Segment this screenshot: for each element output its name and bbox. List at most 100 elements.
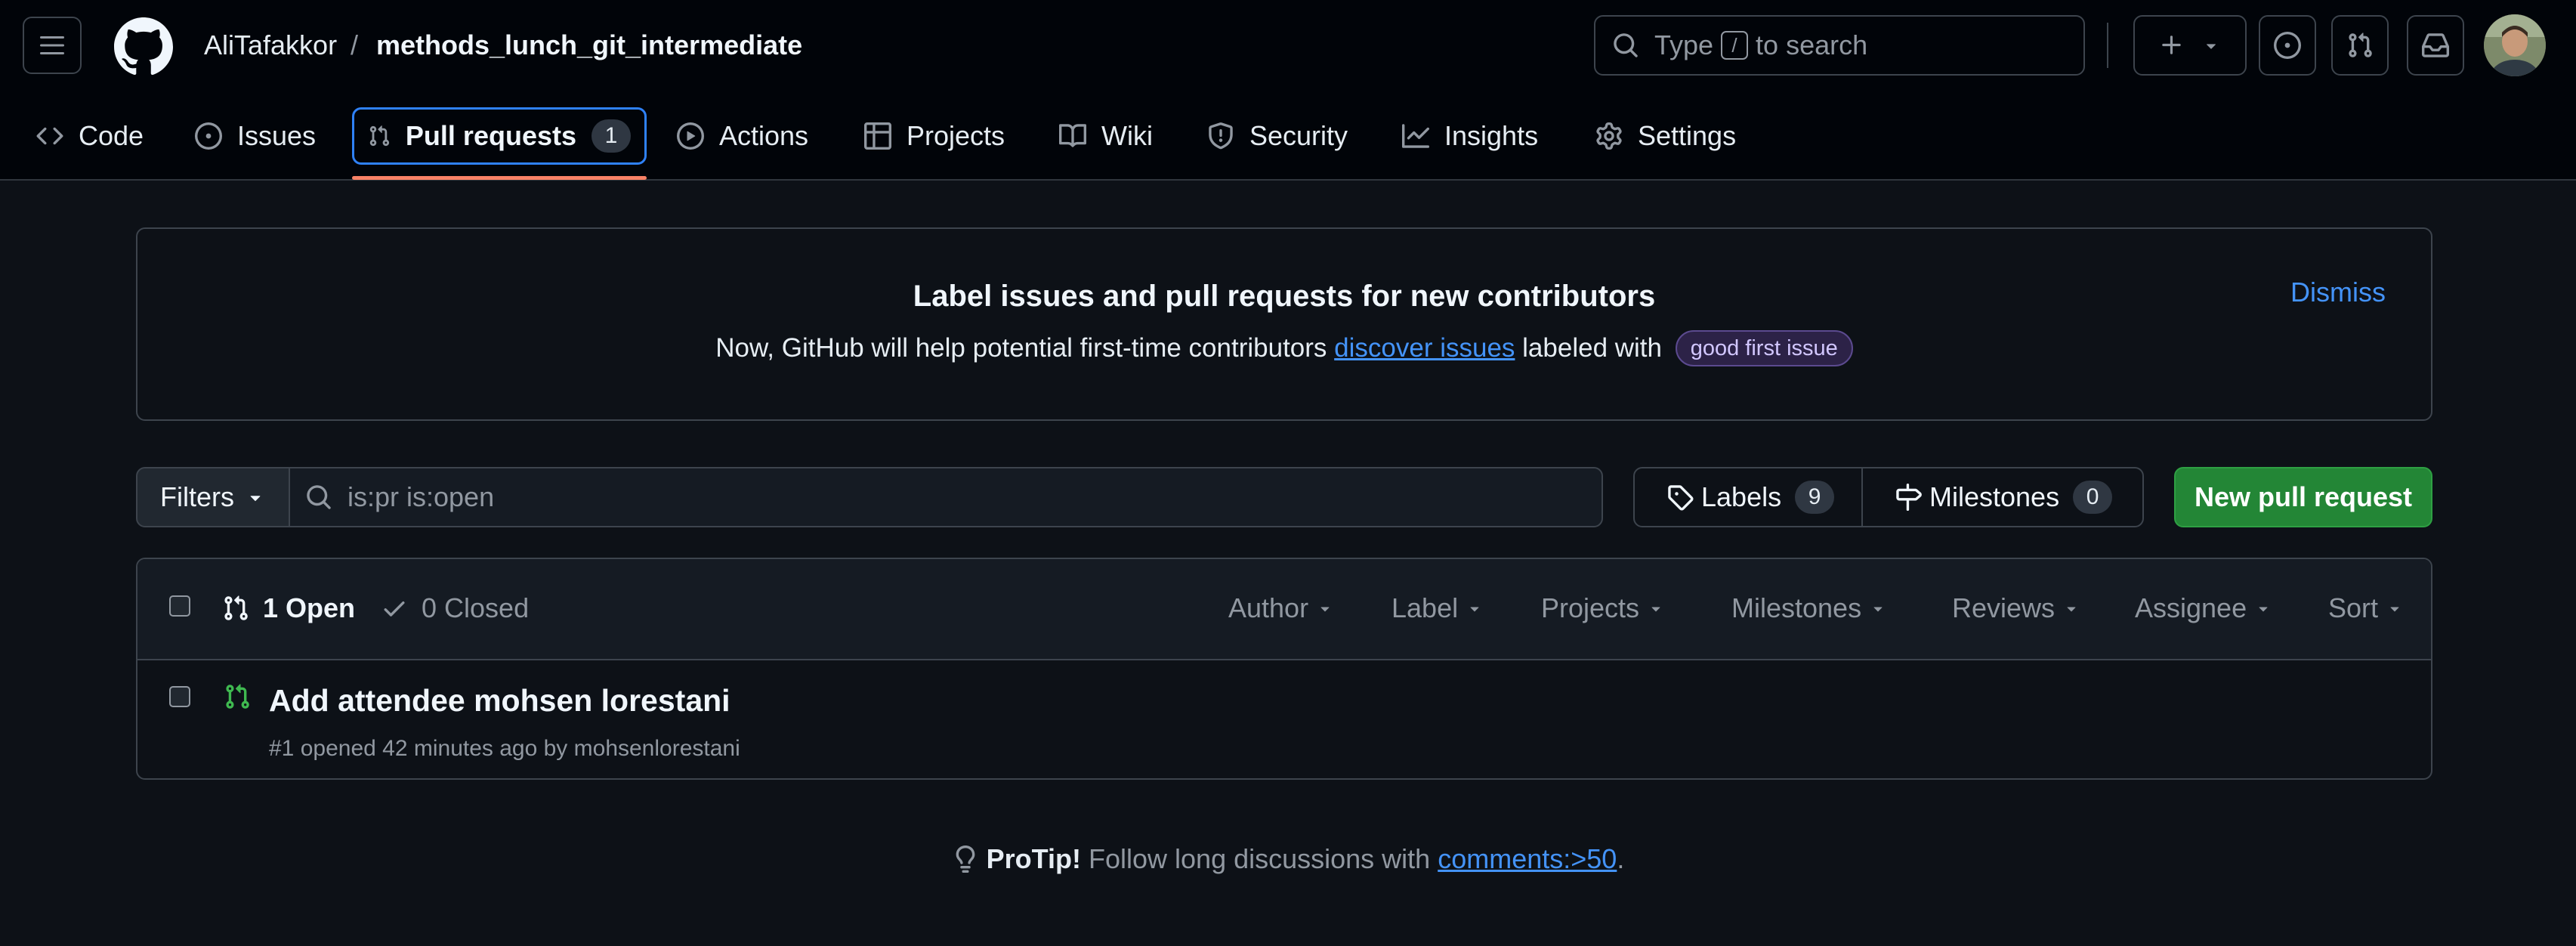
filter-query-value: is:pr is:open — [347, 481, 495, 512]
light-bulb-icon — [956, 846, 975, 873]
pull-request-title-link[interactable]: Add attendee mohsen lorestani — [269, 683, 730, 719]
book-icon — [1059, 124, 1086, 147]
menu-button[interactable] — [23, 17, 82, 74]
tab-insights-label: Insights — [1444, 120, 1539, 151]
header-divider — [2107, 23, 2108, 68]
tab-insights[interactable]: Insights — [1402, 107, 1538, 165]
github-logo-icon[interactable] — [114, 17, 173, 76]
new-contributors-banner: Label issues and pull requests for new c… — [136, 227, 2432, 421]
code-icon — [36, 127, 63, 145]
list-header: 1 Open 0 Closed Author Label Projects Mi… — [137, 559, 2431, 660]
tab-settings-label: Settings — [1638, 120, 1737, 151]
git-pull-request-icon — [369, 125, 390, 147]
banner-desc-before: Now, GitHub will help potential first-ti… — [715, 333, 1327, 363]
protip-comments-link[interactable]: comments:>50 — [1438, 843, 1617, 875]
good-first-issue-label[interactable]: good first issue — [1675, 330, 1853, 366]
triangle-down-icon — [2207, 44, 2216, 49]
git-pull-request-open-icon — [226, 684, 249, 709]
author-filter-dropdown[interactable]: Author — [1228, 589, 1334, 627]
tag-icon — [1668, 485, 1694, 511]
discover-issues-link[interactable]: discover issues — [1334, 333, 1515, 363]
inbox-button[interactable] — [2407, 15, 2464, 76]
label-filter-label: Label — [1391, 592, 1459, 623]
milestones-count-badge: 0 — [2073, 481, 2113, 514]
protip-end: . — [1617, 843, 1625, 874]
reviews-filter-dropdown[interactable]: Reviews — [1952, 589, 2080, 627]
sort-dropdown[interactable]: Sort — [2328, 589, 2404, 627]
global-search-input[interactable]: Type / to search — [1594, 15, 2085, 76]
tab-issues-label: Issues — [237, 120, 317, 151]
dismiss-button[interactable]: Dismiss — [2290, 277, 2386, 308]
open-filter-link[interactable]: 1 Open — [222, 589, 355, 627]
tab-pull-requests-label: Pull requests — [405, 120, 576, 151]
pull-requests-count-badge: 1 — [591, 119, 631, 153]
reviews-filter-label: Reviews — [1952, 592, 2056, 623]
user-avatar[interactable] — [2484, 14, 2546, 76]
milestones-label: Milestones — [1929, 481, 2060, 512]
sort-label: Sort — [2328, 592, 2379, 623]
milestones-filter-label: Milestones — [1731, 592, 1862, 623]
hamburger-icon — [40, 36, 64, 54]
milestone-icon — [1896, 484, 1922, 511]
tab-settings[interactable]: Settings — [1595, 107, 1736, 165]
milestones-filter-dropdown[interactable]: Milestones — [1731, 589, 1887, 627]
git-pull-request-icon — [224, 595, 248, 620]
filter-search-input[interactable]: is:pr is:open — [289, 467, 1603, 527]
triangle-down-icon — [1651, 607, 1660, 612]
active-tab-underline — [352, 176, 647, 180]
issue-opened-icon — [2274, 32, 2301, 59]
banner-description: Now, GitHub will help potential first-ti… — [137, 330, 2431, 366]
shield-icon — [1209, 122, 1233, 150]
tab-projects-label: Projects — [907, 120, 1005, 151]
tab-code[interactable]: Code — [36, 107, 144, 165]
labels-button[interactable]: Labels 9 — [1633, 467, 1863, 527]
assignee-filter-dropdown[interactable]: Assignee — [2135, 589, 2272, 627]
select-all-checkbox[interactable] — [169, 595, 190, 617]
breadcrumb-repo[interactable]: methods_lunch_git_intermediate — [376, 29, 802, 62]
tab-wiki-label: Wiki — [1101, 120, 1153, 151]
tab-security-label: Security — [1249, 120, 1348, 151]
breadcrumb-owner[interactable]: AliTafakkor — [204, 29, 337, 62]
triangle-down-icon — [1320, 607, 1330, 612]
assignee-filter-label: Assignee — [2135, 592, 2247, 623]
gear-icon — [1596, 122, 1622, 150]
search-icon — [1614, 33, 1638, 57]
tab-actions[interactable]: Actions — [677, 107, 808, 165]
projects-filter-dropdown[interactable]: Projects — [1541, 589, 1665, 627]
protip-heading: ProTip! — [986, 843, 1081, 874]
create-new-button[interactable] — [2133, 15, 2247, 76]
label-filter-dropdown[interactable]: Label — [1391, 589, 1484, 627]
closed-filter-link[interactable]: 0 Closed — [381, 589, 529, 627]
pull-requests-button[interactable] — [2331, 15, 2389, 76]
row-checkbox[interactable] — [169, 686, 190, 707]
issue-opened-icon — [195, 122, 222, 150]
triangle-down-icon — [2390, 607, 2399, 612]
search-prefix: Type — [1654, 29, 1714, 60]
search-suffix: to search — [1756, 29, 1868, 60]
issues-button[interactable] — [2259, 15, 2316, 76]
triangle-down-icon — [2067, 607, 2076, 612]
banner-desc-after: labeled with — [1522, 333, 1662, 363]
projects-filter-label: Projects — [1541, 592, 1640, 623]
filters-button[interactable]: Filters — [136, 467, 290, 527]
closed-count-label: 0 Closed — [422, 592, 530, 623]
plus-icon — [2162, 36, 2181, 54]
triangle-down-icon — [1873, 607, 1883, 612]
tab-pull-requests[interactable]: Pull requests 1 — [352, 107, 647, 165]
protip: ProTip! Follow long discussions with com… — [0, 843, 2576, 875]
tab-wiki[interactable]: Wiki — [1059, 107, 1153, 165]
tab-projects[interactable]: Projects — [864, 107, 1005, 165]
list-item: Add attendee mohsen lorestani #1 opened … — [137, 660, 2431, 778]
triangle-down-icon — [1470, 607, 1479, 612]
protip-text: Follow long discussions with — [1089, 843, 1431, 874]
new-pull-request-button[interactable]: New pull request — [2174, 467, 2432, 527]
tab-actions-label: Actions — [719, 120, 809, 151]
play-icon — [677, 122, 704, 150]
tab-security[interactable]: Security — [1207, 107, 1348, 165]
search-placeholder: Type / to search — [1654, 29, 1867, 61]
milestones-button[interactable]: Milestones 0 — [1861, 467, 2144, 527]
table-icon — [864, 122, 891, 150]
avatar-image-icon — [2484, 14, 2546, 76]
labels-count-badge: 9 — [1795, 481, 1835, 514]
tab-issues[interactable]: Issues — [195, 107, 316, 165]
